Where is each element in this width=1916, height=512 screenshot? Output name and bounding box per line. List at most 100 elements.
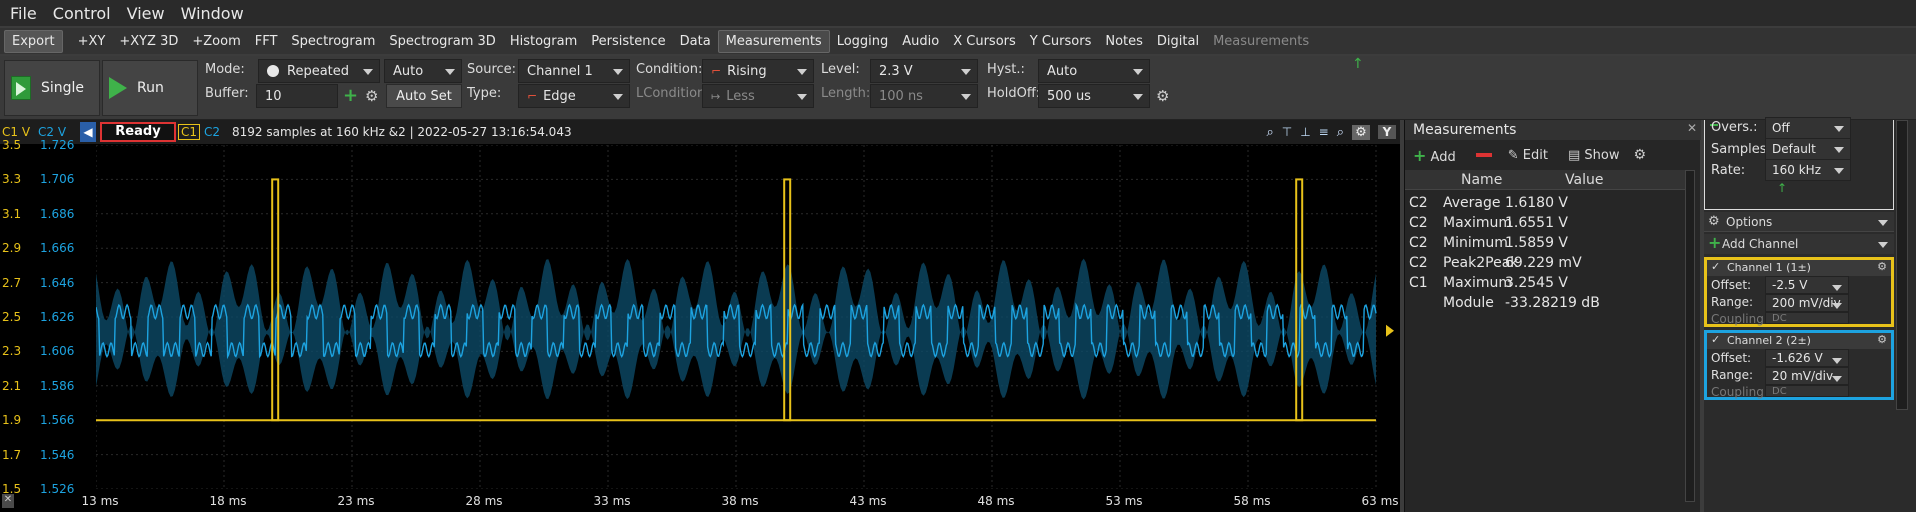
tab-digital[interactable]: Digital bbox=[1150, 31, 1206, 52]
x-tick: 43 ms bbox=[849, 494, 887, 508]
mode-auto-select[interactable]: Auto bbox=[384, 59, 462, 83]
add-buffer-icon[interactable]: + bbox=[343, 85, 358, 106]
channel-2-gear-icon[interactable]: ⚙ bbox=[1877, 333, 1887, 346]
overs-select[interactable]: Off bbox=[1765, 117, 1851, 139]
c1-y-tick: 3.5 bbox=[2, 138, 22, 152]
zoom-out-icon[interactable]: ⌕ bbox=[1337, 125, 1344, 140]
menu-view[interactable]: View bbox=[121, 4, 171, 23]
tab-y-cursors[interactable]: Y Cursors bbox=[1023, 31, 1099, 52]
c1-tag[interactable]: C1 bbox=[178, 124, 201, 140]
right-scrollbar[interactable] bbox=[1896, 120, 1908, 410]
c1-y-tick: 1.9 bbox=[2, 413, 22, 428]
rate-up-icon[interactable]: ↑ bbox=[1777, 181, 1787, 195]
plot-settings-gear-icon[interactable]: ⚙ bbox=[1352, 124, 1370, 140]
measurement-value: 69.229 mV bbox=[1505, 255, 1582, 271]
measurement-value: 3.2545 V bbox=[1505, 275, 1569, 291]
type-value: Edge bbox=[543, 88, 576, 104]
run-label: Run bbox=[137, 80, 164, 96]
tab-spectrogram[interactable]: Spectrogram bbox=[284, 31, 382, 52]
options-row[interactable]: ⚙ Options bbox=[1704, 212, 1894, 232]
source-select[interactable]: Channel 1 bbox=[518, 59, 630, 83]
channel-2-check-icon[interactable]: ✓ bbox=[1711, 333, 1720, 346]
tab-histogram[interactable]: Histogram bbox=[503, 31, 584, 52]
tab-measurements-disabled: Measurements bbox=[1213, 33, 1310, 49]
menu-control[interactable]: Control bbox=[47, 4, 117, 23]
add-channel-row[interactable]: + Add Channel bbox=[1704, 233, 1894, 254]
run-button[interactable]: Run bbox=[102, 60, 198, 116]
measurements-toolbar: + Add ✎ Edit ▤ Show ⚙ bbox=[1405, 142, 1701, 168]
tab-data[interactable]: Data bbox=[673, 31, 718, 52]
ch1-coupling-select[interactable]: DC bbox=[1765, 312, 1849, 324]
holdoff-gear-icon[interactable]: ⚙ bbox=[1156, 87, 1169, 105]
header-name[interactable]: Name bbox=[1461, 172, 1502, 188]
align-bottom-icon[interactable]: ⊥ bbox=[1300, 125, 1310, 139]
measurements-gear-icon[interactable]: ⚙ bbox=[1633, 147, 1646, 163]
measurement-row[interactable]: Module -33.28219 dB bbox=[1405, 292, 1685, 316]
align-all-icon[interactable]: ≡ bbox=[1319, 125, 1329, 139]
buffer-input[interactable]: 10 bbox=[256, 84, 338, 108]
tab-x-cursors[interactable]: X Cursors bbox=[946, 31, 1023, 52]
tab-spectrogram-3d[interactable]: Spectrogram 3D bbox=[382, 31, 502, 52]
c2-y-tick: 1.706 bbox=[40, 172, 75, 187]
tab-fft[interactable]: FFT bbox=[248, 31, 285, 52]
type-label: Type: bbox=[467, 86, 502, 101]
ch2-coupling-select[interactable]: DC bbox=[1765, 385, 1849, 397]
tab-xy[interactable]: +XY bbox=[71, 31, 113, 52]
measurement-name: Maximum bbox=[1443, 275, 1512, 291]
length-input[interactable]: 100 ns bbox=[870, 84, 978, 108]
ch2-offset-input[interactable]: -1.626 V bbox=[1765, 349, 1849, 367]
show-button[interactable]: ▤ Show bbox=[1568, 148, 1620, 163]
tab-xyz-3d[interactable]: +XYZ 3D bbox=[112, 31, 185, 52]
header-value[interactable]: Value bbox=[1565, 172, 1603, 188]
tab-notes[interactable]: Notes bbox=[1098, 31, 1150, 52]
hyst-input[interactable]: Auto bbox=[1038, 59, 1150, 83]
channel-1-check-icon[interactable]: ✓ bbox=[1711, 260, 1720, 273]
ch1-offset-input[interactable]: -2.5 V bbox=[1765, 276, 1849, 294]
zoom-icon[interactable]: ⌕ bbox=[1266, 125, 1273, 140]
menu-window[interactable]: Window bbox=[175, 4, 250, 23]
tab-logging[interactable]: Logging bbox=[830, 31, 896, 52]
channel-1-gear-icon[interactable]: ⚙ bbox=[1877, 260, 1887, 273]
tab-persistence[interactable]: Persistence bbox=[584, 31, 672, 52]
edit-button[interactable]: ✎ Edit bbox=[1508, 148, 1548, 163]
export-button[interactable]: Export bbox=[4, 29, 63, 53]
ch1-offset-value: -2.5 V bbox=[1772, 278, 1808, 292]
c1-y-tick: 3.1 bbox=[2, 206, 22, 221]
measurements-scrollbar[interactable] bbox=[1685, 170, 1695, 502]
ch2-range-select[interactable]: 20 mV/div bbox=[1765, 367, 1849, 385]
samples-value: Default bbox=[1772, 142, 1816, 156]
c2-y-tick: 1.586 bbox=[40, 378, 75, 393]
edge-icon: ⌐ bbox=[527, 89, 538, 103]
single-button[interactable]: Single bbox=[4, 60, 100, 116]
c1-y-tick: 2.9 bbox=[2, 241, 22, 256]
tab-zoom[interactable]: +Zoom bbox=[185, 31, 247, 52]
run-icon bbox=[109, 77, 127, 99]
condition-select[interactable]: ⌐ Rising bbox=[702, 59, 814, 83]
gear-icon[interactable]: ⚙ bbox=[365, 87, 378, 105]
align-top-icon[interactable]: ⊤ bbox=[1282, 125, 1292, 139]
menu-file[interactable]: File bbox=[4, 4, 43, 23]
mode-select[interactable]: Repeated bbox=[258, 59, 380, 83]
y-axis-button[interactable]: Y bbox=[1378, 125, 1396, 139]
sampling-box: Overs.: Off Samples: Default Rate: 160 k… bbox=[1704, 117, 1894, 210]
type-select[interactable]: ⌐ Edge bbox=[518, 84, 630, 108]
add-measurement-button[interactable]: + Add bbox=[1413, 146, 1456, 165]
c2-tag[interactable]: C2 bbox=[204, 125, 220, 139]
holdoff-input[interactable]: 500 us bbox=[1038, 84, 1150, 108]
x-collapse-icon[interactable]: ✕ bbox=[2, 494, 14, 508]
ch1-range-select[interactable]: 200 mV/div bbox=[1765, 294, 1849, 312]
tab-audio[interactable]: Audio bbox=[895, 31, 946, 52]
ch2-range-label: Range: bbox=[1711, 368, 1754, 382]
level-input[interactable]: 2.3 V bbox=[870, 59, 978, 83]
rate-select[interactable]: 160 kHz bbox=[1765, 159, 1851, 181]
length-value: 100 ns bbox=[879, 88, 923, 104]
remove-icon[interactable] bbox=[1475, 153, 1492, 157]
lcondition-select[interactable]: ↦ Less bbox=[702, 84, 814, 108]
arrow-up-icon[interactable]: ↑ bbox=[1352, 56, 1364, 72]
tab-measurements[interactable]: Measurements bbox=[717, 29, 830, 53]
auto-set-button[interactable]: Auto Set bbox=[386, 84, 462, 108]
collapse-icon[interactable]: ◀ bbox=[80, 122, 96, 142]
close-icon[interactable]: ✕ bbox=[1687, 121, 1697, 135]
samples-select[interactable]: Default bbox=[1765, 138, 1851, 160]
rate-value: 160 kHz bbox=[1772, 163, 1821, 177]
